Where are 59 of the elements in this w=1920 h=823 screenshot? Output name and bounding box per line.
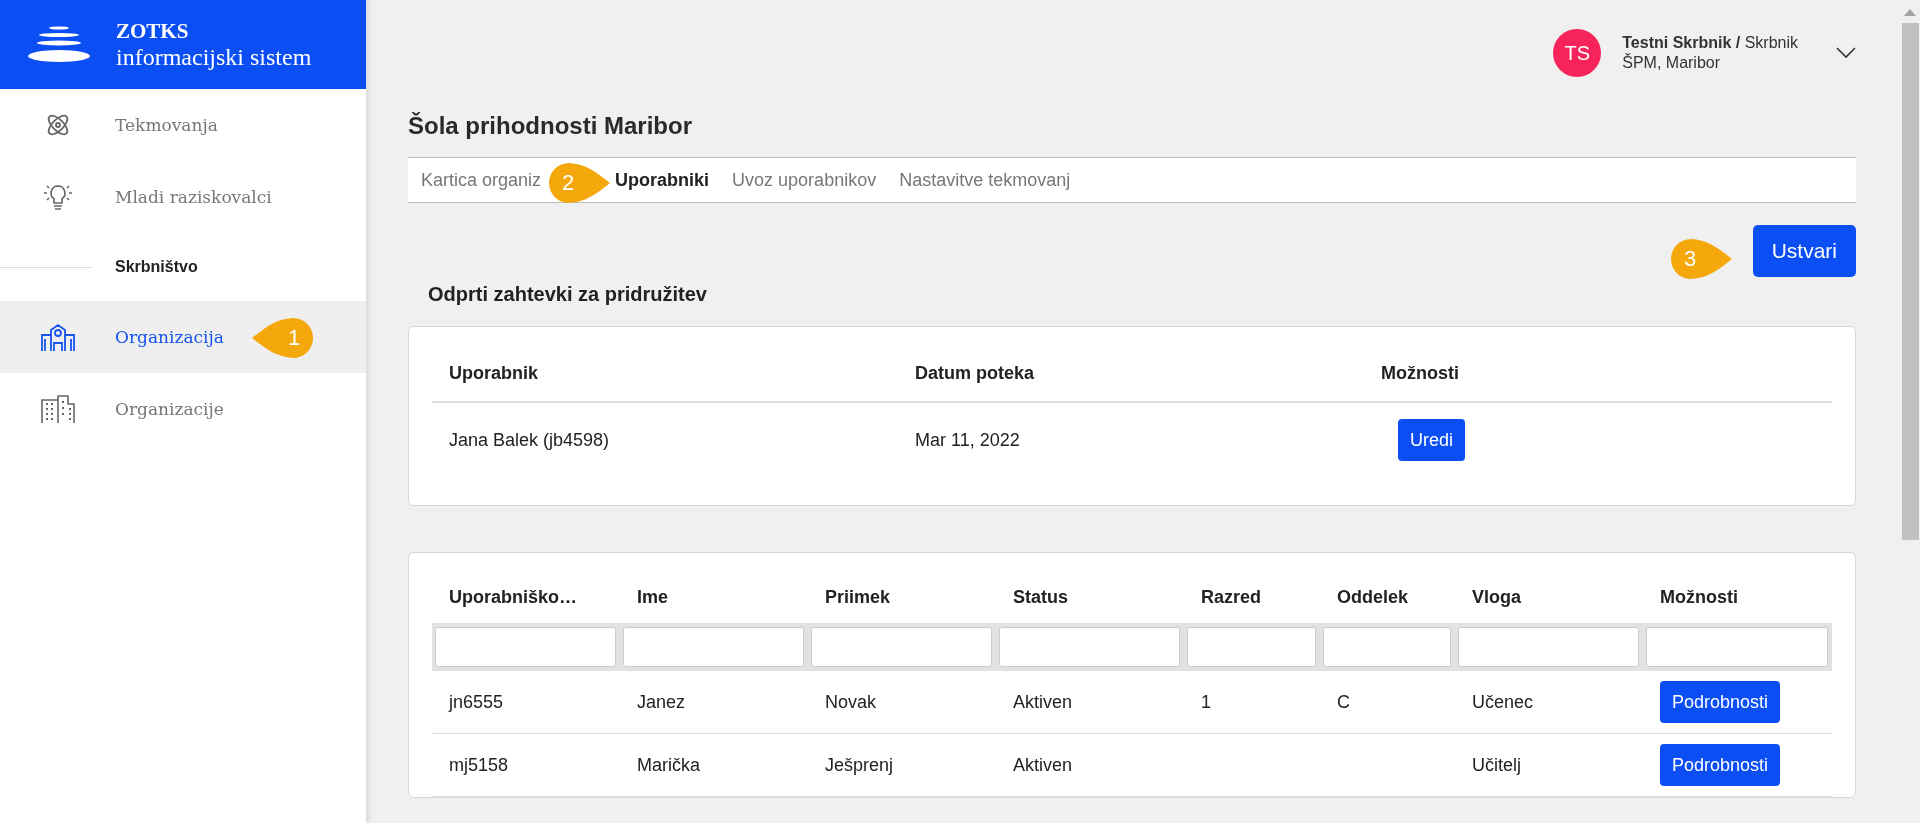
details-button[interactable]: Podrobnosti	[1660, 681, 1781, 723]
filter-field[interactable]	[435, 627, 616, 667]
tab[interactable]: Uvoz uporabnikov	[732, 169, 877, 191]
column-header: Ime	[636, 586, 670, 608]
edit-button[interactable]: Uredi	[1398, 419, 1465, 461]
tab[interactable]: Nastavitve tekmovanj	[899, 169, 1071, 191]
filter-field[interactable]	[1187, 627, 1316, 667]
table-cell-text: Učenec	[1471, 691, 1535, 713]
filter-field[interactable]	[1458, 627, 1639, 667]
table-cell-text: Jana Balek (jb4598)	[448, 429, 611, 451]
column-header: Možnosti	[1659, 586, 1739, 608]
section-title: Odprti zahtevki za pridružitev	[428, 282, 708, 307]
create-button[interactable]: Ustvari	[1752, 225, 1856, 277]
column-header: Razred	[1200, 586, 1263, 608]
sidebar-item[interactable]: Mladi raziskovalci	[0, 161, 366, 233]
column-header: Uporabniško…	[448, 586, 578, 608]
table-cell-text: jn6555	[447, 691, 505, 713]
chevron-down-icon[interactable]	[1836, 47, 1856, 59]
callout-marker: 3	[1670, 238, 1732, 280]
page-title: Šola prihodnosti Maribor	[408, 111, 693, 141]
table-cell-text: Janez	[636, 691, 687, 713]
sidebar-item[interactable]: Tekmovanja	[0, 89, 366, 161]
table-cell-text: Učitelj	[1471, 754, 1522, 776]
table-cell-text: mj5158	[448, 754, 510, 776]
school-building-icon	[38, 322, 78, 352]
column-header: Možnosti	[1380, 362, 1460, 384]
column-header: Datum poteka	[914, 362, 1036, 384]
section-heading: Skrbništvo	[115, 258, 198, 276]
column-header: Uporabnik	[448, 362, 539, 384]
user-organization: ŠPM, Maribor	[1622, 53, 1722, 73]
tab[interactable]: Uporabniki	[615, 169, 710, 191]
brand-title: ZOTKS	[116, 18, 190, 43]
filter-field[interactable]	[999, 627, 1180, 667]
table-cell-text: 1	[1200, 691, 1212, 713]
table-cell-text: Marička	[636, 754, 701, 776]
column-header: Oddelek	[1336, 586, 1410, 608]
table-cell-text: Novak	[824, 691, 878, 713]
table-cell-text: Aktiven	[1012, 754, 1074, 776]
scrollbar-thumb[interactable]	[1901, 23, 1919, 540]
column-header: Vloga	[1471, 586, 1522, 608]
city-buildings-icon	[38, 394, 78, 424]
table-cell-text: Aktiven	[1012, 691, 1074, 713]
table-cell-text: Ješprenj	[824, 754, 895, 776]
avatar[interactable]: TS	[1553, 29, 1602, 77]
sidebar-item[interactable]: Organizacije	[0, 373, 366, 445]
user-name: Testni Skrbnik / Skrbnik	[1622, 33, 1798, 53]
table-cell-text: Mar 11, 2022	[914, 429, 1021, 451]
brand-subtitle: informacijski sistem	[116, 42, 312, 71]
filter-field[interactable]	[1646, 627, 1828, 667]
filter-field[interactable]	[1323, 627, 1451, 667]
filter-field[interactable]	[811, 627, 992, 667]
table-cell-text: C	[1336, 691, 1351, 713]
filter-field[interactable]	[623, 627, 804, 667]
column-header: Status	[1012, 586, 1069, 608]
logo-icon	[27, 24, 91, 65]
details-button[interactable]: Podrobnosti	[1660, 744, 1781, 786]
scroll-up-icon[interactable]	[1904, 9, 1916, 16]
tab[interactable]: Kartica organiz	[421, 169, 542, 191]
column-header: Priimek	[824, 586, 892, 608]
